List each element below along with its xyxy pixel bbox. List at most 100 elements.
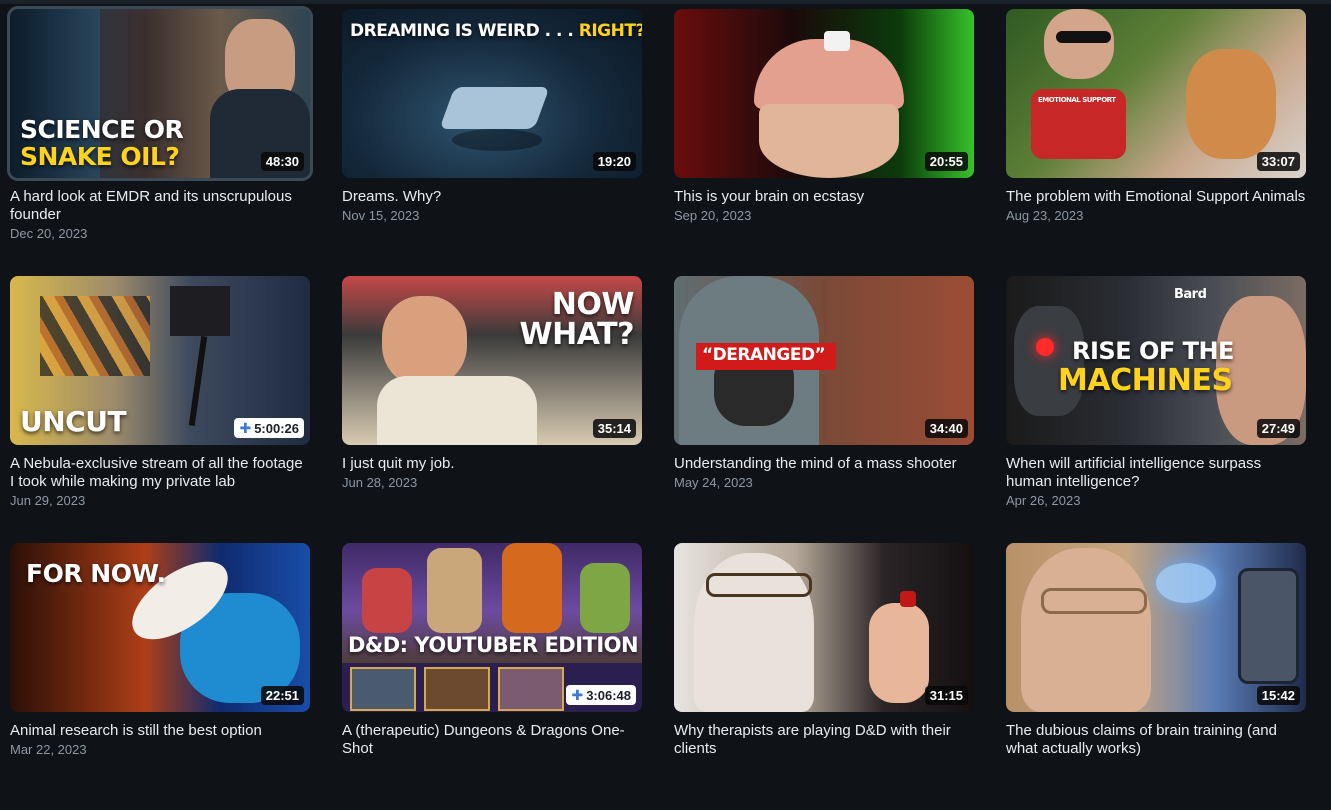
duration-badge: 19:20 xyxy=(592,152,636,171)
video-date: Jun 28, 2023 xyxy=(342,475,418,490)
thumbnail-webcam-3 xyxy=(498,667,564,711)
thumbnail-webcam-1 xyxy=(350,667,416,711)
thumbnail-overlay-text: EMOTIONAL SUPPORT xyxy=(1038,96,1116,104)
thumbnail-character-4 xyxy=(580,563,630,633)
thumbnail-d20-die xyxy=(900,591,916,607)
thumbnail-glasses xyxy=(1041,588,1147,614)
video-date: Sep 20, 2023 xyxy=(674,208,752,223)
duration-badge: 22:51 xyxy=(260,686,304,705)
video-title[interactable]: A (therapeutic) Dungeons & Dragons One-S… xyxy=(342,722,642,758)
video-title[interactable]: Dreams. Why? xyxy=(342,188,642,206)
duration-badge: 27:49 xyxy=(1256,419,1300,438)
duration-badge: 35:14 xyxy=(592,419,636,438)
video-title[interactable]: Animal research is still the best option xyxy=(10,722,310,740)
duration-text: 5:00:26 xyxy=(254,420,299,436)
thumbnail-hexagon-wall xyxy=(40,296,150,376)
duration-badge: 33:07 xyxy=(1256,152,1300,171)
thumbnail-hologram-brain xyxy=(1156,563,1216,603)
thumbnail-webcam-2 xyxy=(424,667,490,711)
duration-text: 3:06:48 xyxy=(586,687,631,703)
video-title[interactable]: A hard look at EMDR and its unscrupulous… xyxy=(10,188,310,224)
thumbnail-red-eye xyxy=(1036,338,1054,356)
duration-badge-nebula: ✚ 3:06:48 xyxy=(566,685,636,705)
thumbnail-overlay-text: DREAMING IS WEIRD . . . RIGHT? xyxy=(350,21,642,41)
video-thumbnail[interactable]: EMOTIONAL SUPPORT 33:07 xyxy=(1006,9,1306,178)
top-divider xyxy=(0,0,1331,4)
thumbnail-overlay-text: RISE OF THE xyxy=(1072,337,1234,365)
thumbnail-overlay-text: D&D: YOUTUBER EDITION xyxy=(348,633,639,657)
duration-badge-nebula: ✚ 5:00:26 xyxy=(234,418,304,438)
video-date: Apr 26, 2023 xyxy=(1006,493,1081,508)
video-thumbnail[interactable]: SCIENCE OR SNAKE OIL? 48:30 xyxy=(7,6,313,181)
video-title[interactable]: The problem with Emotional Support Anima… xyxy=(1006,188,1306,206)
video-card[interactable]: EMOTIONAL SUPPORT 33:07 The problem with… xyxy=(1006,9,1306,276)
video-thumbnail[interactable]: “DERANGED” 34:40 xyxy=(674,276,974,445)
video-date: Nov 15, 2023 xyxy=(342,208,420,223)
video-card[interactable]: 31:15 Why therapists are playing D&D wit… xyxy=(674,543,974,810)
duration-badge: 34:40 xyxy=(924,419,968,438)
thumbnail-overlay-text: “DERANGED” xyxy=(702,345,826,365)
thumbnail-character-3 xyxy=(502,543,562,633)
video-thumbnail[interactable]: 15:42 xyxy=(1006,543,1306,712)
video-card[interactable]: SCIENCE OR SNAKE OIL? 48:30 A hard look … xyxy=(7,6,313,276)
video-card[interactable]: NOW WHAT? 35:14 I just quit my job. Jun … xyxy=(342,276,642,543)
video-title[interactable]: When will artificial intelligence surpas… xyxy=(1006,455,1306,491)
thumbnail-hand xyxy=(869,603,929,703)
thumbnail-overlay-text-highlight: MACHINES xyxy=(1058,363,1233,398)
video-thumbnail[interactable]: 31:15 xyxy=(674,543,974,712)
duration-badge: 31:15 xyxy=(924,686,968,705)
thumbnail-cat xyxy=(1186,49,1276,159)
video-card[interactable]: UNCUT ✚ 5:00:26 A Nebula-exclusive strea… xyxy=(10,276,310,543)
thumbnail-overlay-text-2: WHAT? xyxy=(519,317,635,352)
video-thumbnail[interactable]: DREAMING IS WEIRD . . . RIGHT? 19:20 xyxy=(342,9,642,178)
video-thumbnail[interactable]: FOR NOW. 22:51 xyxy=(10,543,310,712)
thumbnail-overlay-text-highlight: SNAKE OIL? xyxy=(20,142,180,171)
video-card[interactable]: FOR NOW. 22:51 Animal research is still … xyxy=(10,543,310,810)
thumbnail-sunglasses xyxy=(1056,31,1111,43)
thumbnail-tripod xyxy=(188,336,208,426)
thumbnail-pill-pile xyxy=(824,31,850,51)
thumbnail-character-1 xyxy=(362,568,412,633)
thumbnail-phone xyxy=(1238,568,1299,684)
thumbnail-shirt xyxy=(377,376,537,445)
video-date: Jun 29, 2023 xyxy=(10,493,86,508)
video-card[interactable]: Bard RISE OF THE MACHINES 27:49 When wil… xyxy=(1006,276,1306,543)
video-card[interactable]: DREAMING IS WEIRD . . . RIGHT? 19:20 Dre… xyxy=(342,9,642,276)
video-title[interactable]: I just quit my job. xyxy=(342,455,642,473)
thumbnail-face xyxy=(759,104,899,178)
thumbnail-character-2 xyxy=(427,548,482,633)
thumbnail-overlay-text: UNCUT xyxy=(20,405,127,438)
video-title[interactable]: The dubious claims of brain training (an… xyxy=(1006,722,1306,758)
duration-badge: 15:42 xyxy=(1256,686,1300,705)
video-title[interactable]: A Nebula-exclusive stream of all the foo… xyxy=(10,455,310,491)
video-thumbnail[interactable]: 20:55 xyxy=(674,9,974,178)
thumbnail-shadow xyxy=(452,129,542,151)
video-date: Mar 22, 2023 xyxy=(10,742,87,757)
thumbnail-overlay-text: NOW xyxy=(551,287,635,322)
video-card[interactable]: D&D: YOUTUBER EDITION ✚ 3:06:48 A (thera… xyxy=(342,543,642,810)
video-card[interactable]: “DERANGED” 34:40 Understanding the mind … xyxy=(674,276,974,543)
thumbnail-bed xyxy=(439,87,550,129)
duration-badge: 20:55 xyxy=(924,152,968,171)
thumbnail-overlay-text: FOR NOW. xyxy=(26,559,166,588)
video-thumbnail[interactable]: Bard RISE OF THE MACHINES 27:49 xyxy=(1006,276,1306,445)
video-title[interactable]: This is your brain on ecstasy xyxy=(674,188,974,206)
video-date: Aug 23, 2023 xyxy=(1006,208,1084,223)
thumbnail-face xyxy=(1021,548,1151,712)
video-date: Dec 20, 2023 xyxy=(10,226,88,241)
video-thumbnail[interactable]: NOW WHAT? 35:14 xyxy=(342,276,642,445)
duration-badge: 48:30 xyxy=(260,152,304,171)
nebula-plus-icon: ✚ xyxy=(239,420,252,436)
thumbnail-softbox xyxy=(170,286,230,336)
thumbnail-overlay-text: SCIENCE OR xyxy=(20,115,184,144)
video-thumbnail[interactable]: UNCUT ✚ 5:00:26 xyxy=(10,276,310,445)
nebula-plus-icon: ✚ xyxy=(571,687,584,703)
thumbnail-face xyxy=(1044,9,1114,79)
thumbnail-bard-logo: Bard xyxy=(1174,287,1207,302)
video-title[interactable]: Why therapists are playing D&D with thei… xyxy=(674,722,974,758)
video-card[interactable]: 15:42 The dubious claims of brain traini… xyxy=(1006,543,1306,810)
video-title[interactable]: Understanding the mind of a mass shooter xyxy=(674,455,974,473)
video-card[interactable]: 20:55 This is your brain on ecstasy Sep … xyxy=(674,9,974,276)
video-thumbnail[interactable]: D&D: YOUTUBER EDITION ✚ 3:06:48 xyxy=(342,543,642,712)
thumbnail-glasses xyxy=(706,573,812,597)
